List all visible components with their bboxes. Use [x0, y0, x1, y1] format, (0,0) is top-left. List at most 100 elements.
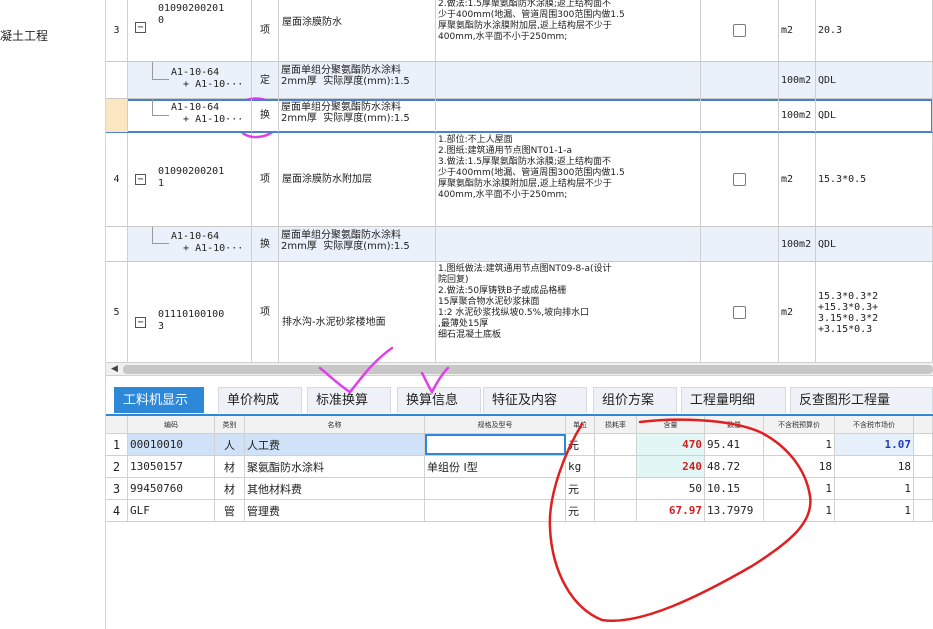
- resource-category[interactable]: 材: [215, 456, 245, 477]
- resource-spec[interactable]: 单组份 I型: [425, 456, 566, 477]
- resource-content[interactable]: 67.97: [637, 500, 705, 521]
- quota-code-cell[interactable]: A1-10-64 + A1-10···: [128, 62, 252, 98]
- quota-quantity[interactable]: QDL: [816, 99, 933, 132]
- quota-quantity[interactable]: QDL: [816, 62, 933, 98]
- collapse-icon[interactable]: −: [135, 317, 146, 328]
- quota-quantity[interactable]: QDL: [816, 227, 933, 261]
- resource-loss-rate[interactable]: [595, 434, 637, 455]
- table-row[interactable]: A1-10-64 + A1-10··· 换 屋面单组分聚氨酯防水涂料 2mm厚 …: [106, 227, 933, 262]
- resource-market-price[interactable]: 1.07: [835, 434, 914, 455]
- item-code-cell[interactable]: − 01090200201 1: [128, 133, 252, 226]
- header-name[interactable]: 名称: [245, 416, 425, 433]
- item-checkbox-cell[interactable]: [701, 262, 779, 362]
- resource-unit[interactable]: kg: [566, 456, 595, 477]
- resource-content[interactable]: 50: [637, 478, 705, 499]
- tab-conversion-info[interactable]: 换算信息: [397, 387, 481, 413]
- resource-code[interactable]: 13050157: [128, 456, 215, 477]
- tab-standard-conversion[interactable]: 标准换算: [307, 387, 391, 413]
- item-code-cell[interactable]: − 01090200201 0: [128, 0, 252, 61]
- header-unit[interactable]: 单位: [566, 416, 595, 433]
- resource-name[interactable]: 其他材料费: [245, 478, 425, 499]
- tab-reverse-graphic-quantity[interactable]: 反查图形工程量: [790, 387, 933, 413]
- header-more: [914, 416, 933, 433]
- header-amount[interactable]: 数量: [705, 416, 764, 433]
- item-checkbox-cell[interactable]: [701, 133, 779, 226]
- resource-row[interactable]: 4 GLF 管 管理费 元 67.97 13.7979 1 1: [106, 500, 933, 522]
- scroll-left-icon[interactable]: ◀: [111, 363, 118, 375]
- table-row-selected[interactable]: A1-10-64 + A1-10··· 换 屋面单组分聚氨酯防水涂料 2mm厚 …: [106, 99, 933, 133]
- resource-content[interactable]: 240: [637, 456, 705, 477]
- resource-category[interactable]: 管: [215, 500, 245, 521]
- quota-code-cell[interactable]: A1-10-64 + A1-10···: [128, 99, 252, 132]
- resource-name[interactable]: 管理费: [245, 500, 425, 521]
- resource-unit[interactable]: 元: [566, 434, 595, 455]
- item-checkbox[interactable]: [733, 306, 746, 319]
- tab-labor-material-machine[interactable]: 工料机显示: [114, 387, 204, 413]
- horizontal-scrollbar[interactable]: ◀: [106, 362, 933, 376]
- resource-name[interactable]: 人工费: [245, 434, 425, 455]
- table-row[interactable]: A1-10-64 + A1-10··· 定 屋面单组分聚氨酯防水涂料 2mm厚 …: [106, 62, 933, 99]
- item-code: 01090200201 1: [158, 166, 225, 189]
- resource-code[interactable]: 00010010: [128, 434, 215, 455]
- resource-loss-rate[interactable]: [595, 478, 637, 499]
- resource-row[interactable]: 3 99450760 材 其他材料费 元 50 10.15 1 1: [106, 478, 933, 500]
- tab-pricing-scheme[interactable]: 组价方案: [593, 387, 677, 413]
- resource-budget-price[interactable]: 1: [764, 478, 835, 499]
- quota-code-cell[interactable]: A1-10-64 + A1-10···: [128, 227, 252, 261]
- resource-code[interactable]: GLF: [128, 500, 215, 521]
- resource-budget-price[interactable]: 18: [764, 456, 835, 477]
- item-quantity[interactable]: 20.3: [816, 0, 933, 61]
- header-loss-rate[interactable]: 损耗率: [595, 416, 637, 433]
- resource-amount[interactable]: 13.7979: [705, 500, 764, 521]
- resource-row-selected[interactable]: 1 00010010 人 人工费 元 470 95.41 1 1.07: [106, 434, 933, 456]
- resource-spec-input[interactable]: [425, 434, 566, 455]
- table-row[interactable]: 4 − 01090200201 1 项 屋面涂膜防水附加层 1.部位:不上人屋面…: [106, 133, 933, 227]
- header-code[interactable]: 编码: [128, 416, 215, 433]
- resource-amount[interactable]: 10.15: [705, 478, 764, 499]
- resource-spec[interactable]: [425, 500, 566, 521]
- item-checkbox[interactable]: [733, 24, 746, 37]
- header-spec[interactable]: 规格及型号: [425, 416, 566, 433]
- header-category[interactable]: 类别: [215, 416, 245, 433]
- collapse-icon[interactable]: −: [135, 174, 146, 185]
- quota-code: A1-10-64 + A1-10···: [171, 231, 244, 254]
- table-row[interactable]: 3 − 01090200201 0 项 屋面涂膜防水 2.做法:1.5厚聚氨酯防…: [106, 0, 933, 62]
- resource-market-price[interactable]: 1: [835, 500, 914, 521]
- resource-more: [914, 500, 933, 521]
- resource-unit[interactable]: 元: [566, 478, 595, 499]
- header-budget-price[interactable]: 不含税预算价: [764, 416, 835, 433]
- table-row[interactable]: 5 − 01110100100 3 项 排水沟-水泥砂浆楼地面 1.图纸做法:建…: [106, 262, 933, 362]
- resource-category[interactable]: 材: [215, 478, 245, 499]
- resource-amount[interactable]: 95.41: [705, 434, 764, 455]
- tab-features-content[interactable]: 特征及内容: [483, 387, 587, 413]
- resource-content[interactable]: 470: [637, 434, 705, 455]
- tree-item-concrete[interactable]: 凝土工程: [0, 27, 48, 44]
- item-name-text: 屋面涂膜防水附加层: [282, 174, 372, 185]
- item-checkbox[interactable]: [733, 173, 746, 186]
- resource-code[interactable]: 99450760: [128, 478, 215, 499]
- resource-budget-price[interactable]: 1: [764, 434, 835, 455]
- header-content[interactable]: 含量: [637, 416, 705, 433]
- resource-category[interactable]: 人: [215, 434, 245, 455]
- resource-market-price[interactable]: 18: [835, 456, 914, 477]
- item-quantity[interactable]: 15.3*0.5: [816, 133, 933, 226]
- resource-row[interactable]: 2 13050157 材 聚氨酯防水涂料 单组份 I型 kg 240 48.72…: [106, 456, 933, 478]
- resource-name[interactable]: 聚氨酯防水涂料: [245, 456, 425, 477]
- resource-spec[interactable]: [425, 478, 566, 499]
- resource-market-price[interactable]: 1: [835, 478, 914, 499]
- resource-unit[interactable]: 元: [566, 500, 595, 521]
- item-quantity[interactable]: 15.3*0.3*2 +15.3*0.3+ 3.15*0.3*2 +3.15*0…: [816, 262, 933, 362]
- item-code-cell[interactable]: − 01110100100 3: [128, 262, 252, 362]
- tab-quantity-details[interactable]: 工程量明细: [681, 387, 786, 413]
- scrollbar-thumb[interactable]: [123, 365, 933, 374]
- resource-loss-rate[interactable]: [595, 456, 637, 477]
- resource-amount[interactable]: 48.72: [705, 456, 764, 477]
- collapse-icon[interactable]: −: [135, 22, 146, 33]
- resource-more: [914, 434, 933, 455]
- resource-loss-rate[interactable]: [595, 500, 637, 521]
- tab-unit-price-composition[interactable]: 单价构成: [218, 387, 302, 413]
- item-checkbox-cell[interactable]: [701, 0, 779, 61]
- resource-budget-price[interactable]: 1: [764, 500, 835, 521]
- item-features: 2.做法:1.5厚聚氨酯防水涂膜;返上结构面不 少于400mm(地漏、管道周围3…: [436, 0, 701, 61]
- header-market-price[interactable]: 不含税市场价: [835, 416, 914, 433]
